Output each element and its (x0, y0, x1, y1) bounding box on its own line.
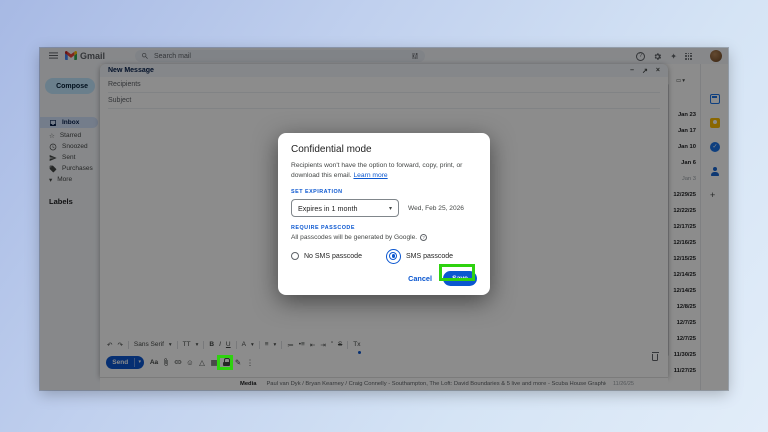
passcode-note-row: All passcodes will be generated by Googl… (291, 234, 477, 241)
screen: Gmail Search mail ? ✦ Compose Inbo (0, 0, 768, 432)
dialog-title: Confidential mode (291, 144, 477, 155)
radio-on-icon[interactable] (389, 252, 397, 260)
expiration-row: Expires in 1 month ▾ Wed, Feb 25, 2026 (291, 199, 477, 217)
expiration-select[interactable]: Expires in 1 month ▾ (291, 199, 399, 217)
highlight-box-save (439, 264, 475, 281)
select-caret-icon: ▾ (389, 205, 392, 212)
expiration-date: Wed, Feb 25, 2026 (408, 205, 464, 212)
require-passcode-label: REQUIRE PASSCODE (291, 225, 477, 231)
passcode-radios: No SMS passcode SMS passcode (291, 248, 477, 264)
learn-more-link[interactable]: Learn more (353, 172, 387, 179)
cancel-button[interactable]: Cancel (408, 274, 432, 283)
radio-off-icon[interactable] (291, 252, 299, 260)
help-circle-icon[interactable]: ? (420, 234, 427, 241)
highlight-box-lock (217, 355, 233, 370)
radio-no-sms-passcode[interactable]: No SMS passcode (291, 252, 362, 260)
set-expiration-label: SET EXPIRATION (291, 189, 477, 195)
radio-sms-passcode[interactable]: SMS passcode (386, 249, 453, 264)
radio-focus-ring (386, 249, 401, 264)
dialog-body: Recipients won't have the option to forw… (291, 161, 477, 181)
